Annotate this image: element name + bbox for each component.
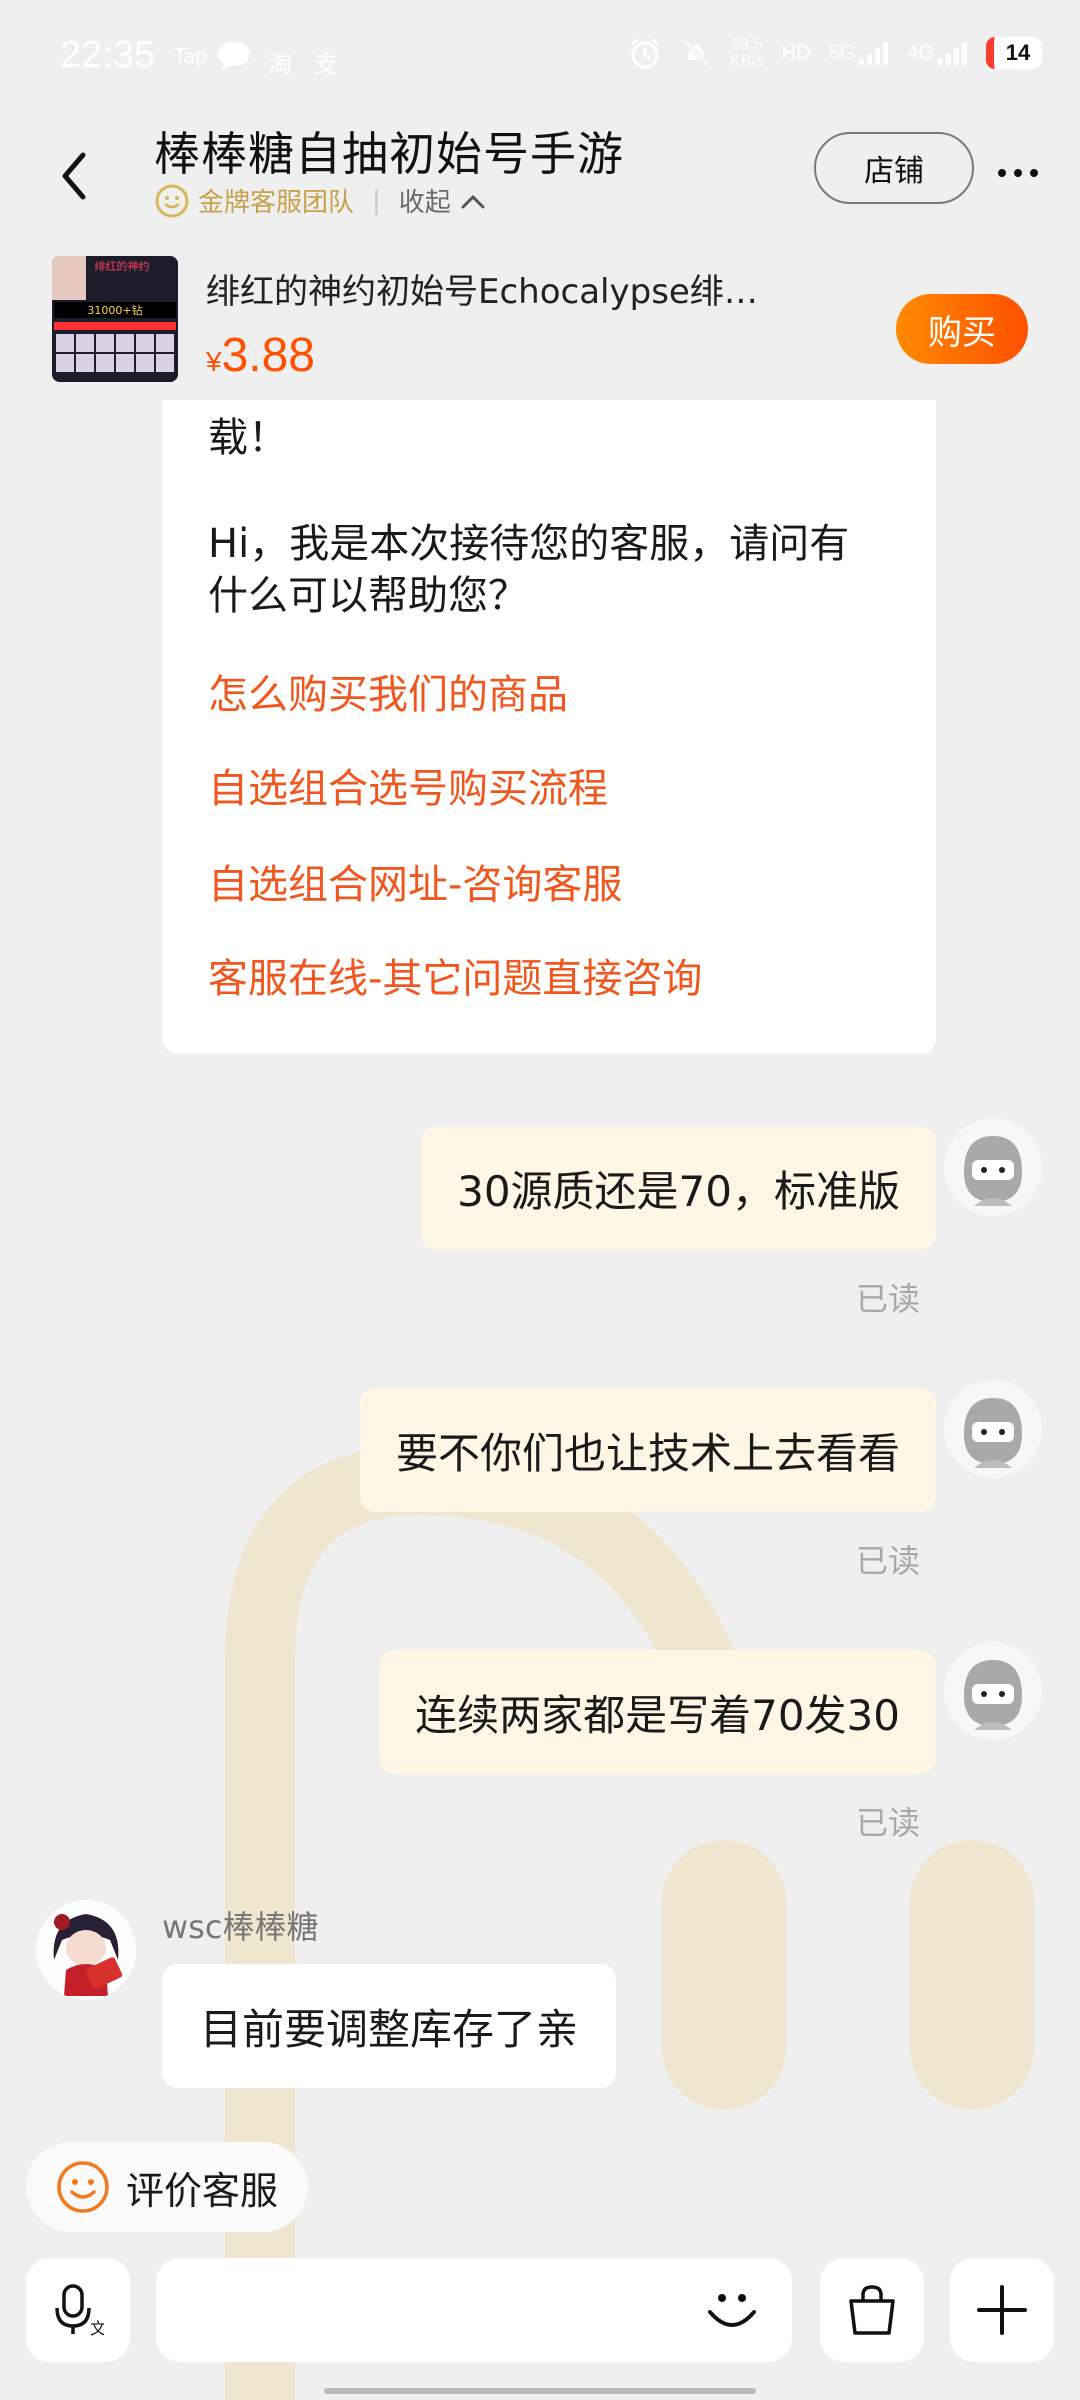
back-arrow-icon bbox=[62, 152, 86, 200]
seller-message[interactable]: 目前要调整库存了亲 bbox=[162, 1964, 617, 2088]
rate-service-button[interactable]: 评价客服 bbox=[26, 2142, 308, 2232]
chat-header: 棒棒糖自抽初始号手游 金牌客服团队 | 收起 店铺 bbox=[0, 118, 1080, 240]
back-button[interactable] bbox=[44, 136, 104, 216]
thumb-diamonds: 31000+钻 bbox=[87, 303, 142, 317]
anime-avatar-icon bbox=[36, 1900, 136, 2000]
card-greeting: Hi，我是本次接待您的客服，请问有什么可以帮助您？ bbox=[208, 521, 850, 619]
product-thumbnail[interactable]: 绯红的神约 31000+钻 bbox=[52, 256, 178, 382]
more-dot bbox=[998, 169, 1006, 177]
more-actions-button[interactable] bbox=[950, 2258, 1054, 2362]
buy-button[interactable]: 购买 bbox=[896, 294, 1028, 364]
svg-text:文: 文 bbox=[90, 2319, 104, 2338]
mute-icon bbox=[682, 38, 710, 68]
voice-input-button[interactable]: 文 bbox=[26, 2258, 130, 2362]
more-options-button[interactable] bbox=[990, 158, 1046, 188]
signal-bars-icon-2 bbox=[938, 42, 967, 65]
quick-link-how-to-buy[interactable]: 怎么购买我们的商品 bbox=[208, 662, 568, 720]
product-price: ¥3.88 bbox=[206, 329, 315, 382]
service-team-row: 金牌客服团队 | 收起 bbox=[154, 182, 487, 219]
my-message[interactable]: 要不你们也让技术上去看看 bbox=[359, 1388, 936, 1512]
read-status: 已读 bbox=[855, 1542, 920, 1580]
collapse-toggle[interactable]: 收起 bbox=[399, 182, 451, 219]
smile-icon bbox=[57, 2161, 109, 2213]
auto-reply-card: 载！ Hi，我是本次接待您的客服，请问有什么可以帮助您？ 怎么购买我们的商品 自… bbox=[162, 400, 936, 1054]
tap-app-icon: Tap bbox=[174, 44, 208, 68]
rate-service-label: 评价客服 bbox=[126, 2168, 279, 2213]
separator: | bbox=[372, 185, 381, 216]
signal-bars-icon bbox=[859, 42, 889, 65]
more-dot bbox=[1014, 169, 1022, 177]
signal-4g: 4G bbox=[907, 41, 968, 65]
chevron-up-icon[interactable] bbox=[459, 191, 487, 211]
message-notification-icon bbox=[218, 42, 250, 70]
alipay-notification-icon: 支 bbox=[314, 50, 338, 78]
product-bar[interactable]: 绯红的神约 31000+钻 绯红的神约初始号Echocalypse绯… ¥3.8… bbox=[0, 240, 1080, 400]
plus-icon bbox=[977, 2285, 1027, 2335]
chat-area[interactable]: 载！ Hi，我是本次接待您的客服，请问有什么可以帮助您？ 怎么购买我们的商品 自… bbox=[0, 400, 1080, 2250]
status-bar: 22:35 Tap 淘 支 23.5 KB/s HD 5G 4G 14 bbox=[0, 0, 1080, 118]
my-message[interactable]: 连续两家都是写着70发30 bbox=[379, 1650, 936, 1774]
store-button[interactable]: 店铺 bbox=[814, 132, 974, 204]
quick-link-selection-url[interactable]: 自选组合网址-咨询客服 bbox=[208, 852, 622, 910]
my-avatar[interactable] bbox=[944, 1380, 1042, 1478]
my-avatar[interactable] bbox=[944, 1642, 1042, 1740]
service-team-label: 金牌客服团队 bbox=[198, 188, 355, 218]
shopping-bag-icon bbox=[849, 2285, 895, 2335]
home-indicator[interactable] bbox=[324, 2388, 756, 2394]
card-tail-text: 载！ bbox=[208, 415, 288, 461]
more-dot bbox=[1030, 169, 1038, 177]
ninja-avatar-icon bbox=[944, 1380, 1042, 1478]
microphone-icon: 文 bbox=[55, 2284, 104, 2338]
emoji-button[interactable] bbox=[700, 2278, 764, 2342]
my-message[interactable]: 30源质还是70，标准版 bbox=[421, 1126, 936, 1250]
gold-service-icon bbox=[155, 184, 189, 217]
battery-indicator: 14 bbox=[986, 37, 1042, 69]
read-status: 已读 bbox=[855, 1280, 920, 1318]
product-list-button[interactable] bbox=[820, 2258, 924, 2362]
shop-title: 棒棒糖自抽初始号手游 bbox=[154, 127, 624, 181]
network-speed: 23.5 KB/s bbox=[729, 36, 764, 70]
alarm-icon bbox=[630, 37, 659, 69]
product-thumbnail-art: 绯红的神约 31000+钻 bbox=[52, 256, 178, 382]
thumb-title: 绯红的神约 bbox=[95, 259, 150, 273]
quick-link-selection-process[interactable]: 自选组合选号购买流程 bbox=[208, 756, 608, 814]
read-status: 已读 bbox=[855, 1804, 920, 1842]
signal-5g: 5G bbox=[829, 41, 890, 65]
my-avatar[interactable] bbox=[944, 1118, 1042, 1216]
seller-name: wsc棒棒糖 bbox=[162, 1908, 319, 1946]
message-input[interactable] bbox=[156, 2258, 792, 2362]
status-time: 22:35 bbox=[60, 34, 156, 76]
ninja-avatar-icon bbox=[944, 1642, 1042, 1740]
ninja-avatar-icon bbox=[944, 1118, 1042, 1216]
input-bar: 文 bbox=[0, 2250, 1080, 2400]
seller-avatar[interactable] bbox=[36, 1900, 136, 2000]
product-name[interactable]: 绯红的神约初始号Echocalypse绯… bbox=[206, 264, 856, 313]
quick-link-other-questions[interactable]: 客服在线-其它问题直接咨询 bbox=[208, 946, 702, 1004]
taobao-notification-icon: 淘 bbox=[268, 50, 292, 78]
hd-indicator: HD bbox=[781, 41, 811, 64]
